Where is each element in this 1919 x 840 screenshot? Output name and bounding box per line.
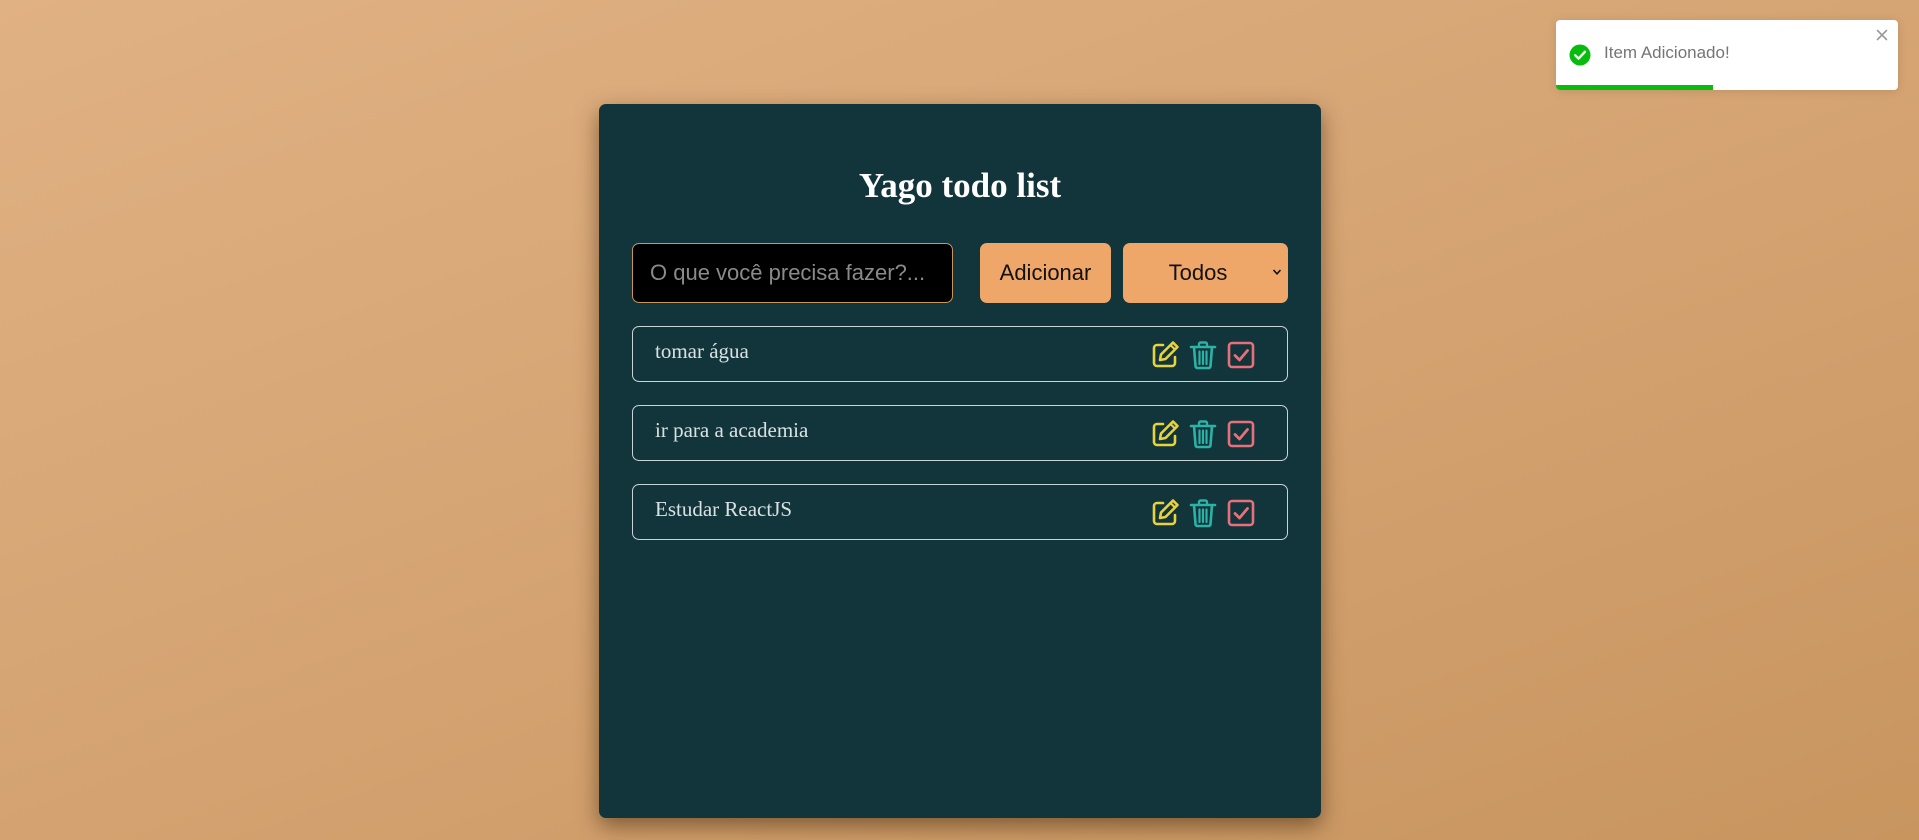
toast-progress-track xyxy=(1556,85,1898,90)
todo-list: tomar água ir para a academia Estudar Re… xyxy=(632,326,1288,563)
toast-message: Item Adicionado! xyxy=(1604,43,1730,62)
trash-icon xyxy=(1189,341,1217,370)
edit-icon xyxy=(1152,499,1179,526)
delete-button[interactable] xyxy=(1187,339,1219,371)
edit-icon xyxy=(1152,341,1179,368)
todo-actions xyxy=(1143,497,1257,529)
complete-button[interactable] xyxy=(1225,418,1257,450)
todo-actions xyxy=(1143,418,1257,450)
toast-notification[interactable]: Item Adicionado! xyxy=(1556,20,1898,90)
complete-button[interactable] xyxy=(1225,339,1257,371)
filter-selected-label: Todos xyxy=(1168,260,1228,285)
edit-button[interactable] xyxy=(1149,418,1181,450)
close-icon[interactable] xyxy=(1875,28,1889,42)
success-check-icon xyxy=(1569,44,1591,66)
delete-button[interactable] xyxy=(1187,418,1219,450)
edit-button[interactable] xyxy=(1149,339,1181,371)
todo-item: Estudar ReactJS xyxy=(632,484,1288,540)
checkbox-check-icon xyxy=(1227,341,1255,369)
checkbox-check-icon xyxy=(1227,499,1255,527)
todo-text: ir para a academia xyxy=(655,418,809,442)
page-title: Yago todo list xyxy=(858,166,1062,205)
edit-icon xyxy=(1152,420,1179,447)
todo-item: tomar água xyxy=(632,326,1288,382)
toast-progress-bar xyxy=(1556,85,1714,90)
delete-button[interactable] xyxy=(1187,497,1219,529)
filter-select[interactable]: Todos xyxy=(1123,243,1288,303)
edit-button[interactable] xyxy=(1149,497,1181,529)
trash-icon xyxy=(1189,499,1217,528)
todo-text: Estudar ReactJS xyxy=(655,497,793,521)
todo-text: tomar água xyxy=(655,339,749,363)
todo-input[interactable] xyxy=(632,243,953,303)
todo-card: Yago todo list Adicionar Todos tomar águ… xyxy=(599,104,1321,818)
trash-icon xyxy=(1189,420,1217,449)
todo-actions xyxy=(1143,339,1257,371)
checkbox-check-icon xyxy=(1227,420,1255,448)
add-button[interactable]: Adicionar xyxy=(980,243,1111,303)
todo-item: ir para a academia xyxy=(632,405,1288,461)
chevron-down-icon xyxy=(1272,269,1282,275)
complete-button[interactable] xyxy=(1225,497,1257,529)
